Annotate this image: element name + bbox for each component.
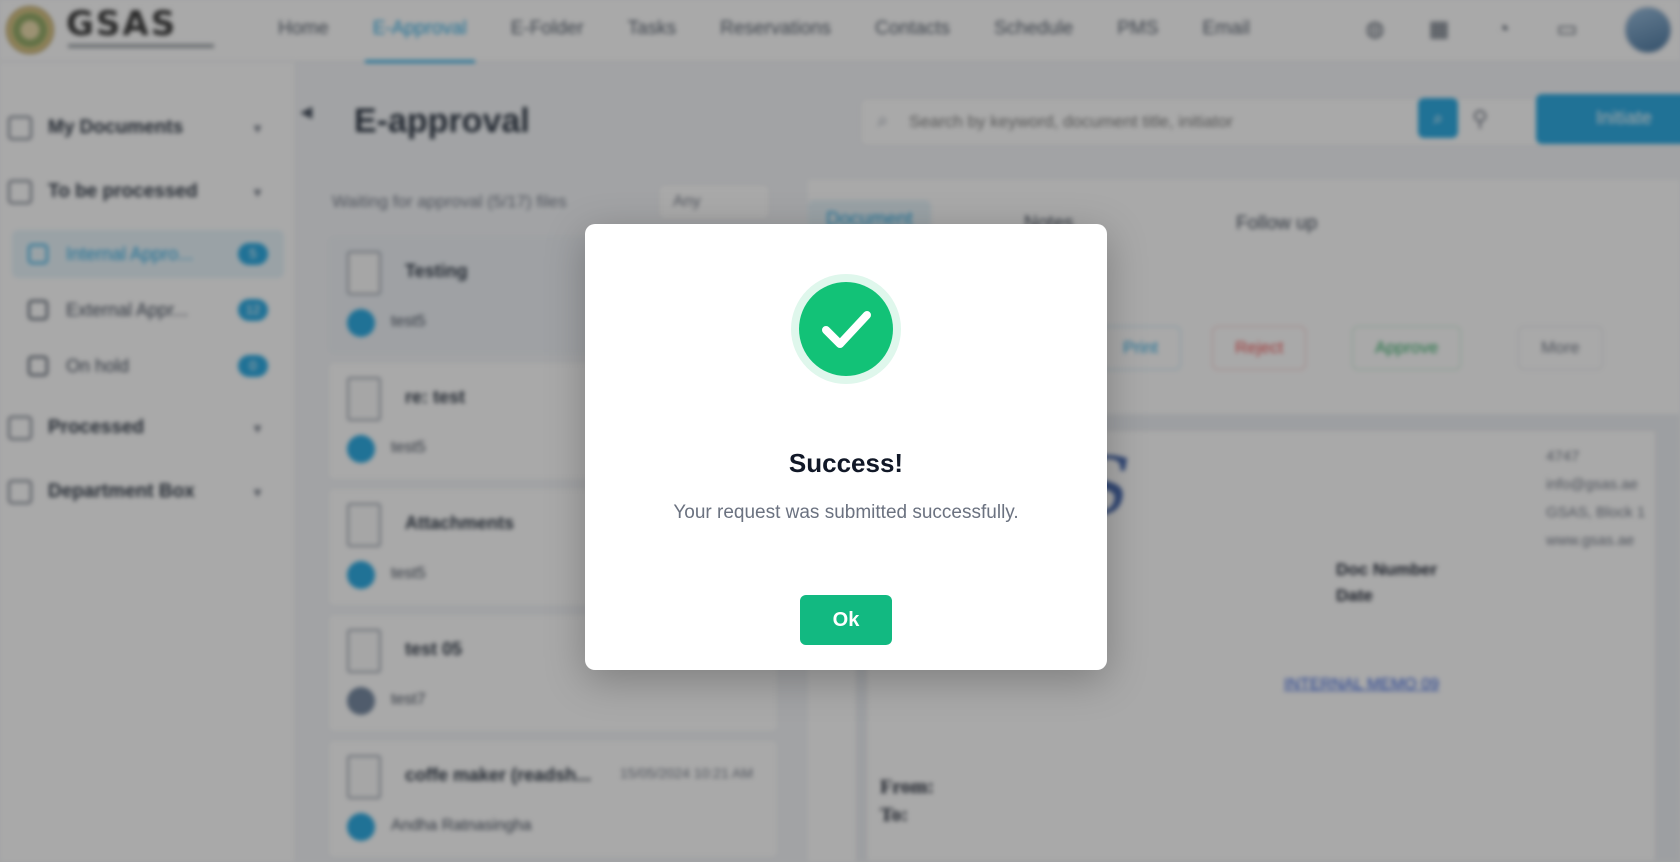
- success-icon-halo: [791, 274, 901, 384]
- dialog-message: Your request was submitted successfully.: [673, 502, 1019, 523]
- dialog-title: Success!: [788, 448, 904, 478]
- check-circle-icon: [799, 282, 893, 376]
- ok-button[interactable]: Ok: [800, 595, 892, 645]
- success-dialog: Success! Your request was submitted succ…: [585, 224, 1107, 670]
